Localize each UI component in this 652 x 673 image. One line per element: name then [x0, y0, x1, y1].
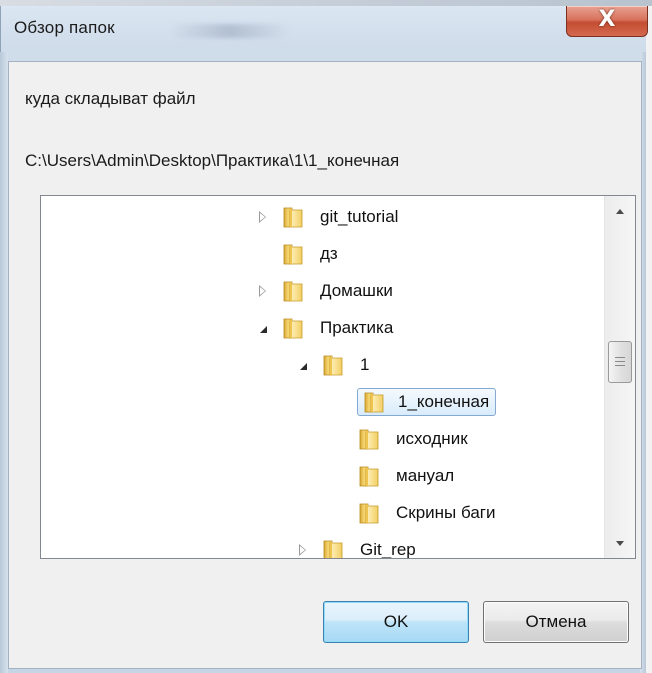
expand-arrow-icon[interactable] — [255, 284, 269, 298]
dialog-description: куда складыват файл — [25, 89, 196, 108]
expand-arrow-icon[interactable] — [295, 543, 309, 557]
folder-icon — [357, 501, 381, 525]
tree-item[interactable]: Git_rep — [295, 535, 423, 559]
tree-item[interactable]: Скрины баги — [331, 498, 503, 528]
folder-icon — [362, 390, 386, 414]
tree-item-label: 1_конечная — [396, 392, 492, 412]
ok-button[interactable]: OK — [323, 601, 469, 643]
folder-icon — [281, 205, 305, 229]
tree-item[interactable]: 1_конечная — [331, 387, 497, 417]
folder-icon — [357, 464, 381, 488]
close-button[interactable]: X — [566, 6, 648, 37]
tree-item-label: Практика — [320, 318, 394, 337]
tree-item-label: Скрины баги — [396, 503, 496, 522]
folder-icon — [281, 242, 305, 266]
outside-area — [646, 6, 652, 673]
scroll-up-icon — [616, 208, 624, 214]
tree-item[interactable]: исходник — [331, 424, 475, 454]
window-border-left — [0, 52, 8, 673]
folder-icon — [321, 538, 345, 558]
tree-item[interactable]: Практика — [255, 313, 400, 343]
blurred-title-suffix — [170, 24, 290, 38]
scroll-down-icon — [616, 540, 624, 546]
tree-item-label: мануал — [396, 466, 455, 485]
tree-item[interactable]: 1 — [295, 350, 376, 380]
folder-icon — [357, 427, 381, 451]
vertical-scrollbar[interactable] — [604, 196, 635, 558]
folder-icon — [281, 279, 305, 303]
tree-item[interactable]: Домашки — [255, 276, 400, 306]
window-title: Обзор папок — [14, 18, 115, 37]
selected-path: C:\Users\Admin\Desktop\Практика\1\1_коне… — [25, 151, 400, 170]
tree-item-label: исходник — [396, 429, 468, 448]
tree-item[interactable]: дз — [255, 239, 345, 269]
tree-item-label: git_tutorial — [320, 207, 399, 226]
tree-item[interactable]: мануал — [331, 461, 461, 491]
tree-item-label: 1 — [360, 355, 370, 374]
expand-arrow-icon[interactable] — [255, 210, 269, 224]
tree-item-label: Git_rep — [360, 540, 416, 559]
selection-highlight[interactable]: 1_конечная — [357, 388, 497, 416]
cancel-button[interactable]: Отмена — [483, 601, 629, 643]
tree-item-label: дз — [320, 244, 338, 263]
folder-tree[interactable]: git_tutorial дз Домашки Практика 1 1_кон… — [40, 195, 636, 559]
collapse-arrow-icon[interactable] — [255, 321, 269, 335]
scroll-up-button[interactable] — [605, 196, 635, 226]
folder-icon — [321, 353, 345, 377]
scrollbar-thumb[interactable] — [608, 341, 632, 383]
tree-item-label: Домашки — [320, 281, 393, 300]
folder-icon — [281, 316, 305, 340]
collapse-arrow-icon[interactable] — [295, 358, 309, 372]
title-bar[interactable]: Обзор папок X — [0, 6, 652, 52]
tree-item[interactable]: git_tutorial — [255, 202, 405, 232]
close-icon: X — [598, 7, 616, 32]
scroll-down-button[interactable] — [605, 528, 635, 558]
dialog-body: куда складыват файл C:\Users\Admin\Deskt… — [8, 61, 642, 669]
